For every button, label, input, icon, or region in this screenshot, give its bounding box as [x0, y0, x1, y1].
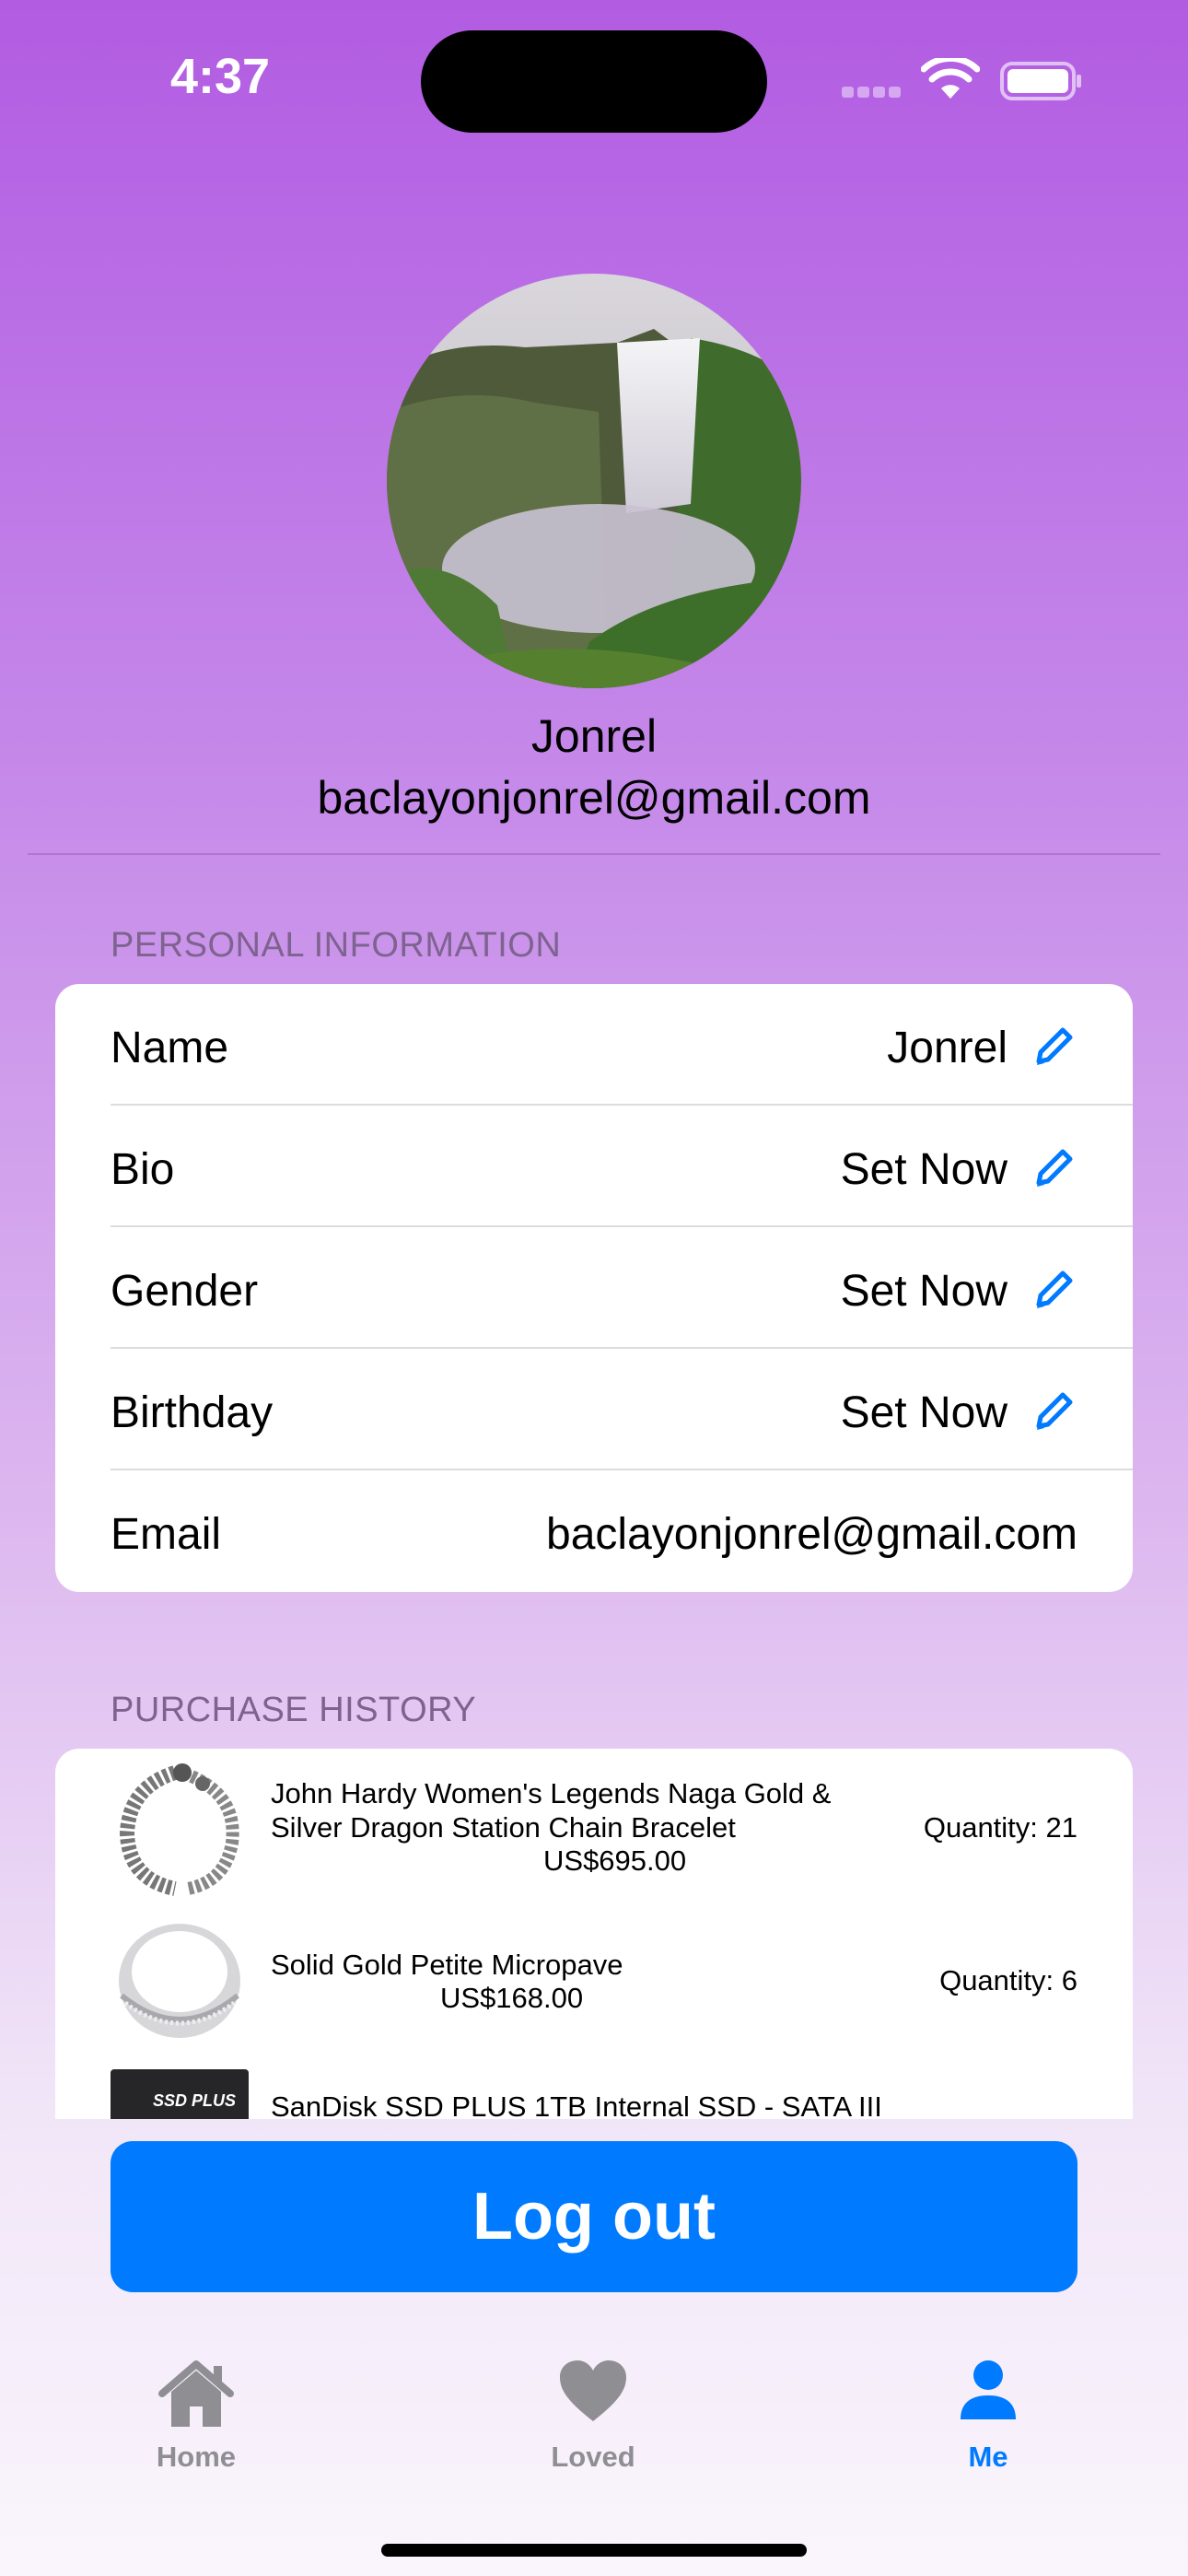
info-row-value: Set Now	[840, 1145, 1007, 1194]
item-title: SanDisk SSD PLUS 1TB Internal SSD - SATA…	[271, 2090, 882, 2119]
personal-info-card: Name Jonrel Bio Set Now Gender Set Now B…	[55, 984, 1133, 1592]
divider	[28, 853, 1160, 855]
profile-name: Jonrel	[530, 710, 658, 762]
house-icon	[158, 2360, 234, 2427]
list-item[interactable]: John Hardy Women's Legends Naga Gold & S…	[55, 1760, 1133, 1916]
wifi-icon	[921, 58, 980, 99]
person-icon	[961, 2360, 1016, 2419]
ssd-image: SSD PLUS	[111, 2069, 249, 2119]
list-item[interactable]: Solid Gold Petite Micropave US$168.00 Qu…	[55, 1914, 1133, 2062]
purchase-history-list[interactable]: John Hardy Women's Legends Naga Gold & S…	[55, 1749, 1133, 2119]
avatar[interactable]	[387, 274, 801, 688]
item-quantity: Quantity: 21	[923, 1811, 1077, 1844]
info-row-label: Name	[111, 1024, 229, 1072]
info-row-value: Set Now	[840, 1267, 1007, 1316]
pencil-icon[interactable]	[1031, 1388, 1077, 1434]
pencil-icon[interactable]	[1031, 1266, 1077, 1312]
logout-button[interactable]: Log out	[111, 2141, 1077, 2292]
profile-email: baclayonjonrel@gmail.com	[317, 772, 871, 824]
item-quantity: Quantity: 6	[939, 1964, 1077, 1996]
info-row-bio[interactable]: Bio Set Now	[55, 1106, 1133, 1227]
ring-image	[119, 1924, 240, 2038]
tab-label: Home	[156, 2441, 237, 2473]
tab-loved[interactable]: Loved	[492, 2359, 694, 2474]
list-item[interactable]: SSD PLUS SanDisk SSD PLUS 1TB Internal S…	[55, 2069, 1133, 2119]
heart-icon	[560, 2360, 626, 2421]
info-row-birthday[interactable]: Birthday Set Now	[55, 1349, 1133, 1470]
item-title: Solid Gold Petite Micropave	[271, 1949, 623, 1981]
tab-label: Me	[968, 2441, 1008, 2473]
info-row-label: Gender	[111, 1267, 259, 1316]
info-row-value: Jonrel	[887, 1024, 1007, 1072]
info-row-name[interactable]: Name Jonrel	[55, 984, 1133, 1106]
home-indicator	[381, 2544, 807, 2557]
item-price: US$695.00	[543, 1844, 687, 1877]
item-price: US$168.00	[440, 1982, 584, 2014]
info-row-value: baclayonjonrel@gmail.com	[546, 1510, 1077, 1559]
info-row-gender[interactable]: Gender Set Now	[55, 1227, 1133, 1349]
ssd-label: SSD PLUS	[153, 2091, 237, 2110]
tab-label: Loved	[551, 2441, 635, 2473]
pencil-icon[interactable]	[1031, 1144, 1077, 1190]
tab-me[interactable]: Me	[887, 2359, 1089, 2474]
status-time: 4:37	[170, 49, 271, 104]
tab-home[interactable]: Home	[95, 2359, 297, 2474]
info-row-label: Bio	[111, 1145, 175, 1194]
dynamic-island	[421, 30, 767, 133]
battery-icon	[1000, 62, 1081, 100]
info-row-email: Email baclayonjonrel@gmail.com	[55, 1470, 1133, 1592]
info-row-label: Email	[111, 1510, 222, 1559]
bracelet-image	[119, 1763, 239, 1896]
item-title: John Hardy Women's Legends Naga Gold & S…	[271, 1777, 832, 1844]
info-row-label: Birthday	[111, 1388, 274, 1437]
purchase-history-header: PURCHASE HISTORY	[111, 1691, 477, 1729]
info-row-value: Set Now	[840, 1388, 1007, 1437]
pencil-icon[interactable]	[1031, 1023, 1077, 1069]
cellular-signal-icon	[842, 86, 906, 98]
personal-info-header: PERSONAL INFORMATION	[111, 926, 562, 965]
